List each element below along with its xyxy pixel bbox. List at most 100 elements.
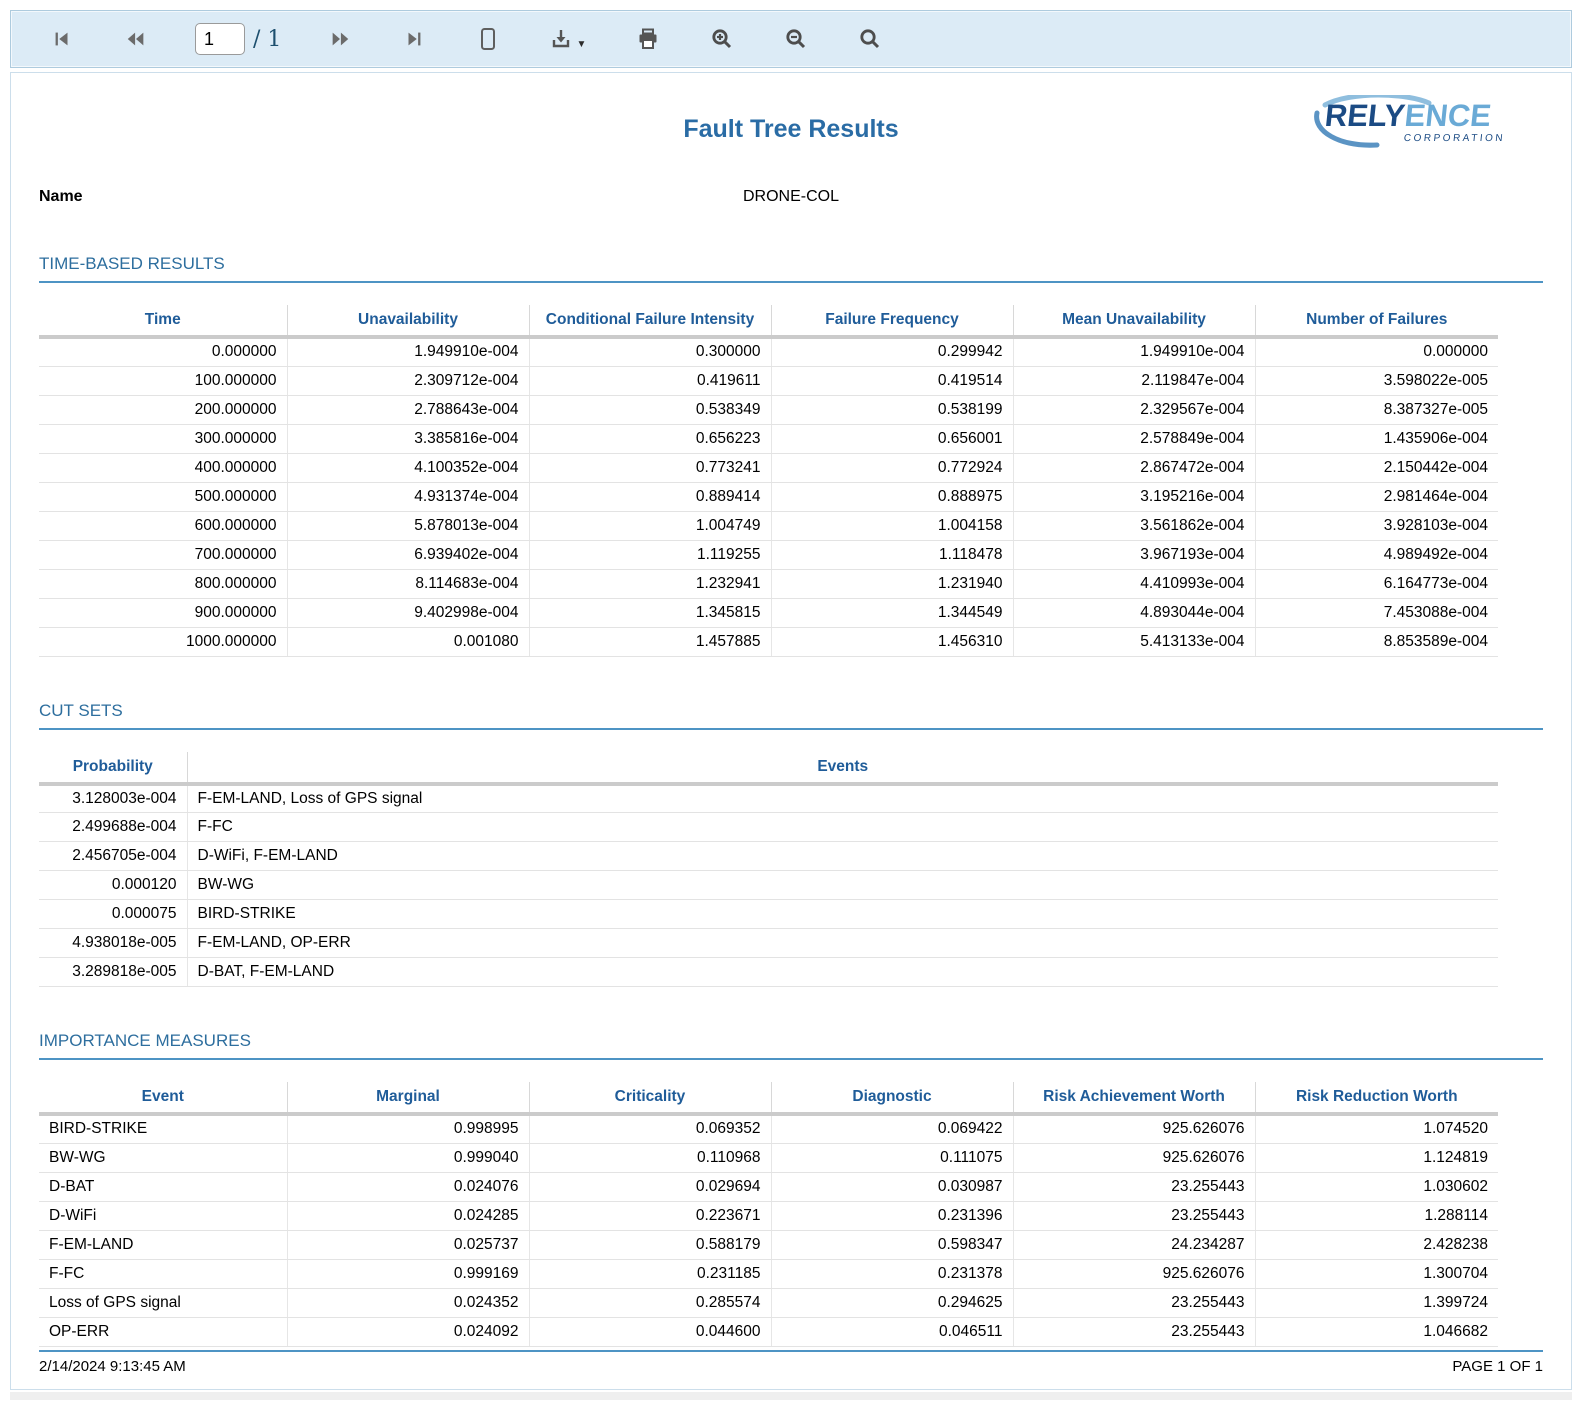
cell: 1.949910e-004 (1012, 337, 1256, 367)
cell: 0.029694 (528, 1172, 772, 1202)
table-row: 2.456705e-004 D-WiFi, F-EM-LAND (39, 841, 1498, 871)
cell: 0.299942 (770, 337, 1014, 367)
column-header: Unavailability (286, 305, 530, 339)
header-row: Probability Events (39, 751, 1498, 786)
cell: 0.069422 (770, 1114, 1014, 1144)
cell: 3.928103e-004 (1254, 511, 1498, 541)
cell: D-BAT (39, 1172, 288, 1202)
cell: 2.119847e-004 (1012, 366, 1256, 396)
cell: D-BAT, F-EM-LAND (186, 957, 1498, 987)
search-icon[interactable] (855, 24, 885, 54)
next-page-icon[interactable] (325, 24, 355, 54)
cell: 9.402998e-004 (286, 598, 530, 628)
zoom-out-icon[interactable] (781, 24, 811, 54)
table-row: 900.000000 9.402998e-004 1.345815 1.344549 4… (39, 598, 1498, 628)
cell: 5.413133e-004 (1012, 627, 1256, 657)
cell: 6.164773e-004 (1254, 569, 1498, 599)
cell: 2.788643e-004 (286, 395, 530, 425)
cell: 7.453088e-004 (1254, 598, 1498, 628)
column-header: Mean Unavailability (1012, 305, 1256, 339)
cell: 0.538199 (770, 395, 1014, 425)
cell: 0.999040 (286, 1143, 530, 1173)
cell: 0.294625 (770, 1288, 1014, 1318)
cell: 0.001080 (286, 627, 530, 657)
cell: 0.231396 (770, 1201, 1014, 1231)
cell: 1.231940 (770, 569, 1014, 599)
cell: 0.998995 (286, 1114, 530, 1144)
download-menu-caret-icon[interactable]: ▼ (576, 39, 586, 50)
viewer-bottom-strip (10, 1392, 1572, 1400)
cell: 23.255443 (1012, 1201, 1256, 1231)
download-icon[interactable]: ▼ (547, 24, 589, 54)
cell: 8.114683e-004 (286, 569, 530, 599)
name-row: Name DRONE-COL (39, 188, 1543, 210)
column-header: Probability (39, 751, 188, 786)
viewer-toolbar: / 1 ▼ (10, 10, 1572, 68)
last-page-icon[interactable] (399, 24, 429, 54)
name-value: DRONE-COL (742, 188, 839, 205)
first-page-icon[interactable] (47, 24, 77, 54)
cell: 4.931374e-004 (286, 482, 530, 512)
cell: 3.598022e-005 (1254, 366, 1498, 396)
cell: 0.538349 (528, 395, 772, 425)
page-number-input[interactable] (195, 23, 245, 55)
cell: 1.345815 (528, 598, 772, 628)
cell: 23.255443 (1012, 1317, 1256, 1347)
previous-page-icon[interactable] (121, 24, 151, 54)
cell: 1.119255 (528, 540, 772, 570)
cell: 0.772924 (770, 453, 1014, 483)
cell: 4.410993e-004 (1012, 569, 1256, 599)
cell: 0.656223 (528, 424, 772, 454)
cell: 1.030602 (1254, 1172, 1498, 1202)
table-row: 3.289818e-005 D-BAT, F-EM-LAND (39, 957, 1498, 987)
cell: 0.598347 (770, 1230, 1014, 1260)
table-row: BIRD-STRIKE 0.998995 0.069352 0.069422 925.6… (39, 1114, 1498, 1144)
cell: 8.387327e-005 (1254, 395, 1498, 425)
cell: 4.100352e-004 (286, 453, 530, 483)
cell: 0.231185 (528, 1259, 772, 1289)
cell: 1.456310 (770, 627, 1014, 657)
table-row: 700.000000 6.939402e-004 1.119255 1.118478 3… (39, 540, 1498, 570)
cell: 0.024076 (286, 1172, 530, 1202)
cell: 0.110968 (528, 1143, 772, 1173)
cell: 800.000000 (39, 569, 288, 599)
cell: 1.457885 (528, 627, 772, 657)
cell: Loss of GPS signal (39, 1288, 288, 1318)
column-header: Events (186, 751, 1498, 786)
cell: F-EM-LAND, Loss of GPS signal (186, 783, 1498, 813)
table-row: BW-WG 0.999040 0.110968 0.111075 925.626076 1… (39, 1143, 1498, 1173)
zoom-in-icon[interactable] (707, 24, 737, 54)
cell: 1.004158 (770, 511, 1014, 541)
cell: BIRD-STRIKE (186, 899, 1498, 929)
footer-timestamp: 2/14/2024 9:13:45 AM (39, 1358, 186, 1375)
cell: 500.000000 (39, 482, 288, 512)
cell: 0.069352 (528, 1114, 772, 1144)
report-viewer: / 1 ▼ (10, 10, 1572, 1400)
page-footer: 2/14/2024 9:13:45 AM PAGE 1 OF 1 (39, 1350, 1543, 1375)
cell: 3.128003e-004 (39, 783, 188, 813)
logo-wordmark: RELYENCE (1323, 98, 1493, 133)
single-page-view-icon[interactable] (473, 24, 503, 54)
cell: 0.025737 (286, 1230, 530, 1260)
cell: 1000.000000 (39, 627, 288, 657)
cell: 1.300704 (1254, 1259, 1498, 1289)
cell: 1.949910e-004 (286, 337, 530, 367)
table-row: 400.000000 4.100352e-004 0.773241 0.772924 2… (39, 453, 1498, 483)
cell: 8.853589e-004 (1254, 627, 1498, 657)
cell: OP-ERR (39, 1317, 288, 1347)
cell: 200.000000 (39, 395, 288, 425)
column-header: Time (39, 305, 288, 339)
cell: 1.399724 (1254, 1288, 1498, 1318)
cell: 0.419611 (528, 366, 772, 396)
table-row: Loss of GPS signal 0.024352 0.285574 0.2946… (39, 1288, 1498, 1318)
header-row: Time Unavailability Conditional Failure In… (39, 305, 1498, 339)
print-icon[interactable] (633, 24, 663, 54)
column-header: Number of Failures (1254, 305, 1498, 339)
cell: 1.118478 (770, 540, 1014, 570)
cell: 600.000000 (39, 511, 288, 541)
table-row: F-EM-LAND 0.025737 0.588179 0.598347 24.2342… (39, 1230, 1498, 1260)
section-heading-importance: IMPORTANCE MEASURES (39, 1031, 1543, 1060)
relyence-logo: RELYENCE CORPORATION (1314, 95, 1506, 157)
cell: 0.044600 (528, 1317, 772, 1347)
cell: BIRD-STRIKE (39, 1114, 288, 1144)
